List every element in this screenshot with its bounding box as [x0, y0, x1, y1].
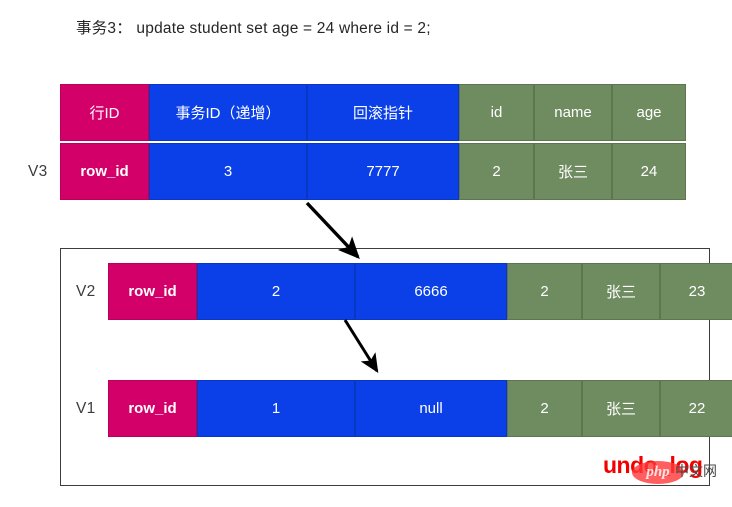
header-cell-row-id: 行ID [60, 84, 149, 141]
cell-v3-row-id: row_id [60, 143, 149, 200]
header-cell-trx-id: 事务ID（递增） [149, 84, 307, 141]
header-cell-roll-ptr: 回滚指针 [307, 84, 459, 141]
cell-v2-row-id: row_id [108, 263, 197, 320]
table-row-v2: row_id 2 6666 2 张三 23 [108, 263, 732, 320]
header-cell-name: name [534, 84, 612, 141]
version-label-v3: V3 [28, 163, 48, 180]
cell-v3-age: 24 [612, 143, 686, 200]
cell-v2-roll-ptr: 6666 [355, 263, 507, 320]
cell-v2-trx-id: 2 [197, 263, 355, 320]
cell-v1-id: 2 [507, 380, 582, 437]
cell-v3-name: 张三 [534, 143, 612, 200]
cell-v1-trx-id: 1 [197, 380, 355, 437]
cell-v2-id: 2 [507, 263, 582, 320]
table-row-v1: row_id 1 null 2 张三 22 [108, 380, 732, 437]
table-header-row: 行ID 事务ID（递增） 回滚指针 id name age [60, 84, 686, 141]
cell-v3-trx-id: 3 [149, 143, 307, 200]
version-label-v2: V2 [76, 283, 96, 300]
version-label-v1: V1 [76, 400, 96, 417]
cell-v1-roll-ptr: null [355, 380, 507, 437]
table-row-v3: row_id 3 7777 2 张三 24 [60, 143, 686, 200]
cell-v2-age: 23 [660, 263, 732, 320]
header-cell-age: age [612, 84, 686, 141]
watermark: undo_log php 中文网 [603, 452, 717, 486]
cell-v2-name: 张三 [582, 263, 660, 320]
statement-caption: 事务3： update student set age = 24 where i… [76, 20, 431, 37]
php-logo-label: php [646, 464, 670, 480]
header-cell-id: id [459, 84, 534, 141]
cell-v1-row-id: row_id [108, 380, 197, 437]
cell-v3-roll-ptr: 7777 [307, 143, 459, 200]
cell-v1-name: 张三 [582, 380, 660, 437]
cell-v3-id: 2 [459, 143, 534, 200]
cell-v1-age: 22 [660, 380, 732, 437]
watermark-site-suffix: 中文网 [675, 463, 717, 479]
